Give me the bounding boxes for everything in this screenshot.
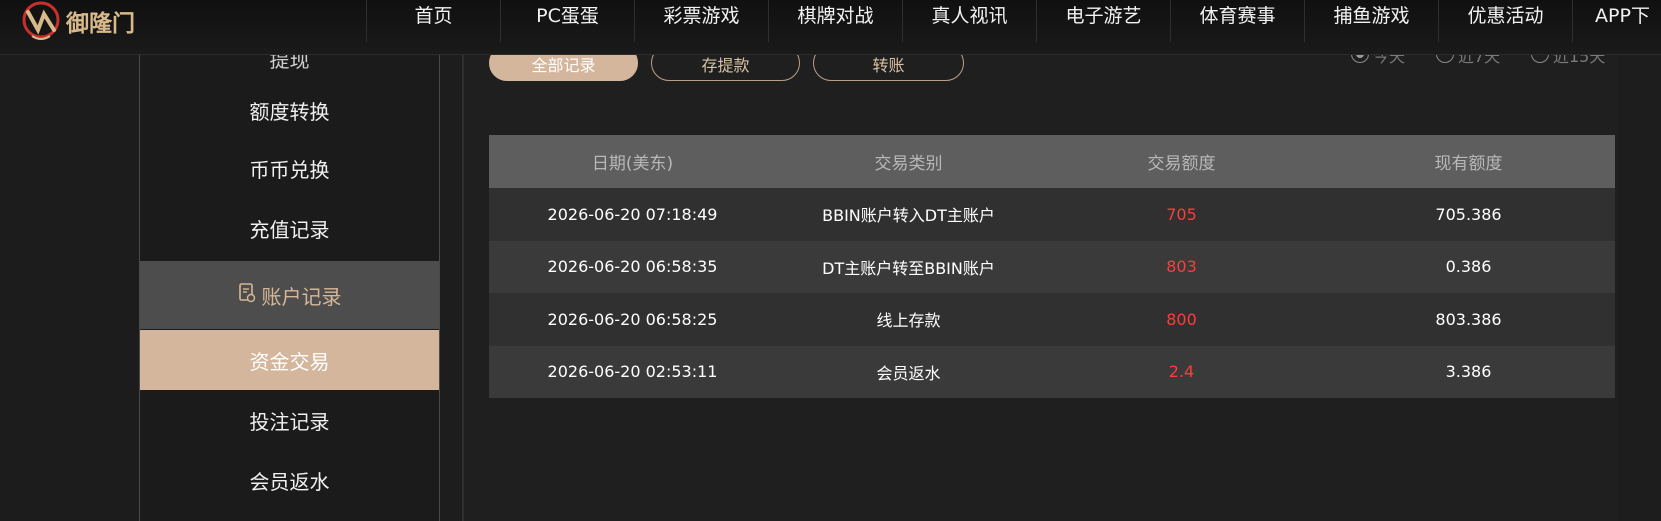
cell-amount: 800 — [1041, 293, 1322, 346]
sidebar-section-label: 账户记录 — [261, 284, 342, 309]
header-amount: 交易额度 — [1041, 135, 1322, 188]
cell-date: 2026-06-20 06:58:35 — [489, 240, 776, 293]
cell-type: BBIN账户转入DT主账户 — [776, 188, 1041, 241]
logo-emblem-icon — [18, 0, 64, 46]
document-icon — [238, 282, 256, 308]
sidebar-item-member-rebate[interactable]: 会员返水 — [140, 450, 439, 510]
logo-text: 御隆门 — [66, 10, 135, 37]
table-row: 2026-06-20 07:18:49 BBIN账户转入DT主账户 705 70… — [489, 188, 1615, 241]
cell-amount: 803 — [1041, 240, 1322, 293]
table-header-row: 日期(美东) 交易类别 交易额度 现有额度 — [489, 135, 1615, 188]
nav-item-10[interactable]: APP下 — [1572, 0, 1661, 42]
cell-amount: 705 — [1041, 188, 1322, 241]
cell-balance: 705.386 — [1322, 188, 1615, 241]
nav-item-2[interactable]: PC蛋蛋 — [500, 0, 634, 42]
cell-balance: 0.386 — [1322, 240, 1615, 293]
nav-item-8[interactable]: 捕鱼游戏 — [1304, 0, 1438, 42]
header-balance: 现有额度 — [1322, 135, 1615, 188]
top-nav-bar: 御隆门 首页 PC蛋蛋 彩票游戏 棋牌对战 真人视讯 电子游艺 体育赛事 捕鱼游戏 优惠活动 AP… — [0, 0, 1661, 55]
header-date: 日期(美东) — [489, 135, 776, 188]
transactions-table: 日期(美东) 交易类别 交易额度 现有额度 2026-06-20 07:18:4… — [489, 135, 1615, 398]
nav-item-3[interactable]: 彩票游戏 — [634, 0, 768, 42]
nav-item-6[interactable]: 电子游艺 — [1036, 0, 1170, 42]
table-row: 2026-06-20 02:53:11 会员返水 2.4 3.386 — [489, 345, 1615, 398]
cell-balance: 3.386 — [1322, 345, 1615, 398]
nav-item-1[interactable]: 首页 — [366, 0, 500, 42]
sidebar-item-bet-records[interactable]: 投注记录 — [140, 390, 439, 450]
nav-item-7[interactable]: 体育赛事 — [1170, 0, 1304, 42]
cell-amount: 2.4 — [1041, 345, 1322, 398]
sidebar-item-fund-transactions[interactable]: 资金交易 — [140, 330, 439, 390]
sidebar-section-account-records[interactable]: 账户记录 — [140, 261, 439, 329]
cell-date: 2026-06-20 02:53:11 — [489, 345, 776, 398]
cell-type: 线上存款 — [776, 293, 1041, 346]
header-type: 交易类别 — [776, 135, 1041, 188]
cell-date: 2026-06-20 07:18:49 — [489, 188, 776, 241]
cell-balance: 803.386 — [1322, 293, 1615, 346]
account-sidebar: 提现 额度转换 币币兑换 充值记录 账户记录 资金交易 投注记录 会员返水 — [139, 48, 440, 521]
table-row: 2026-06-20 06:58:25 线上存款 800 803.386 — [489, 293, 1615, 346]
nav-item-9[interactable]: 优惠活动 — [1438, 0, 1572, 42]
table-row: 2026-06-20 06:58:35 DT主账户转至BBIN账户 803 0.… — [489, 240, 1615, 293]
cell-type: DT主账户转至BBIN账户 — [776, 240, 1041, 293]
nav-item-4[interactable]: 棋牌对战 — [768, 0, 902, 42]
cell-date: 2026-06-20 06:58:25 — [489, 293, 776, 346]
nav-item-5[interactable]: 真人视讯 — [902, 0, 1036, 42]
cell-type: 会员返水 — [776, 345, 1041, 398]
site-logo[interactable]: 御隆门 — [18, 0, 138, 46]
main-nav: 首页 PC蛋蛋 彩票游戏 棋牌对战 真人视讯 电子游艺 体育赛事 捕鱼游戏 优惠活动 APP下 — [366, 0, 1661, 55]
